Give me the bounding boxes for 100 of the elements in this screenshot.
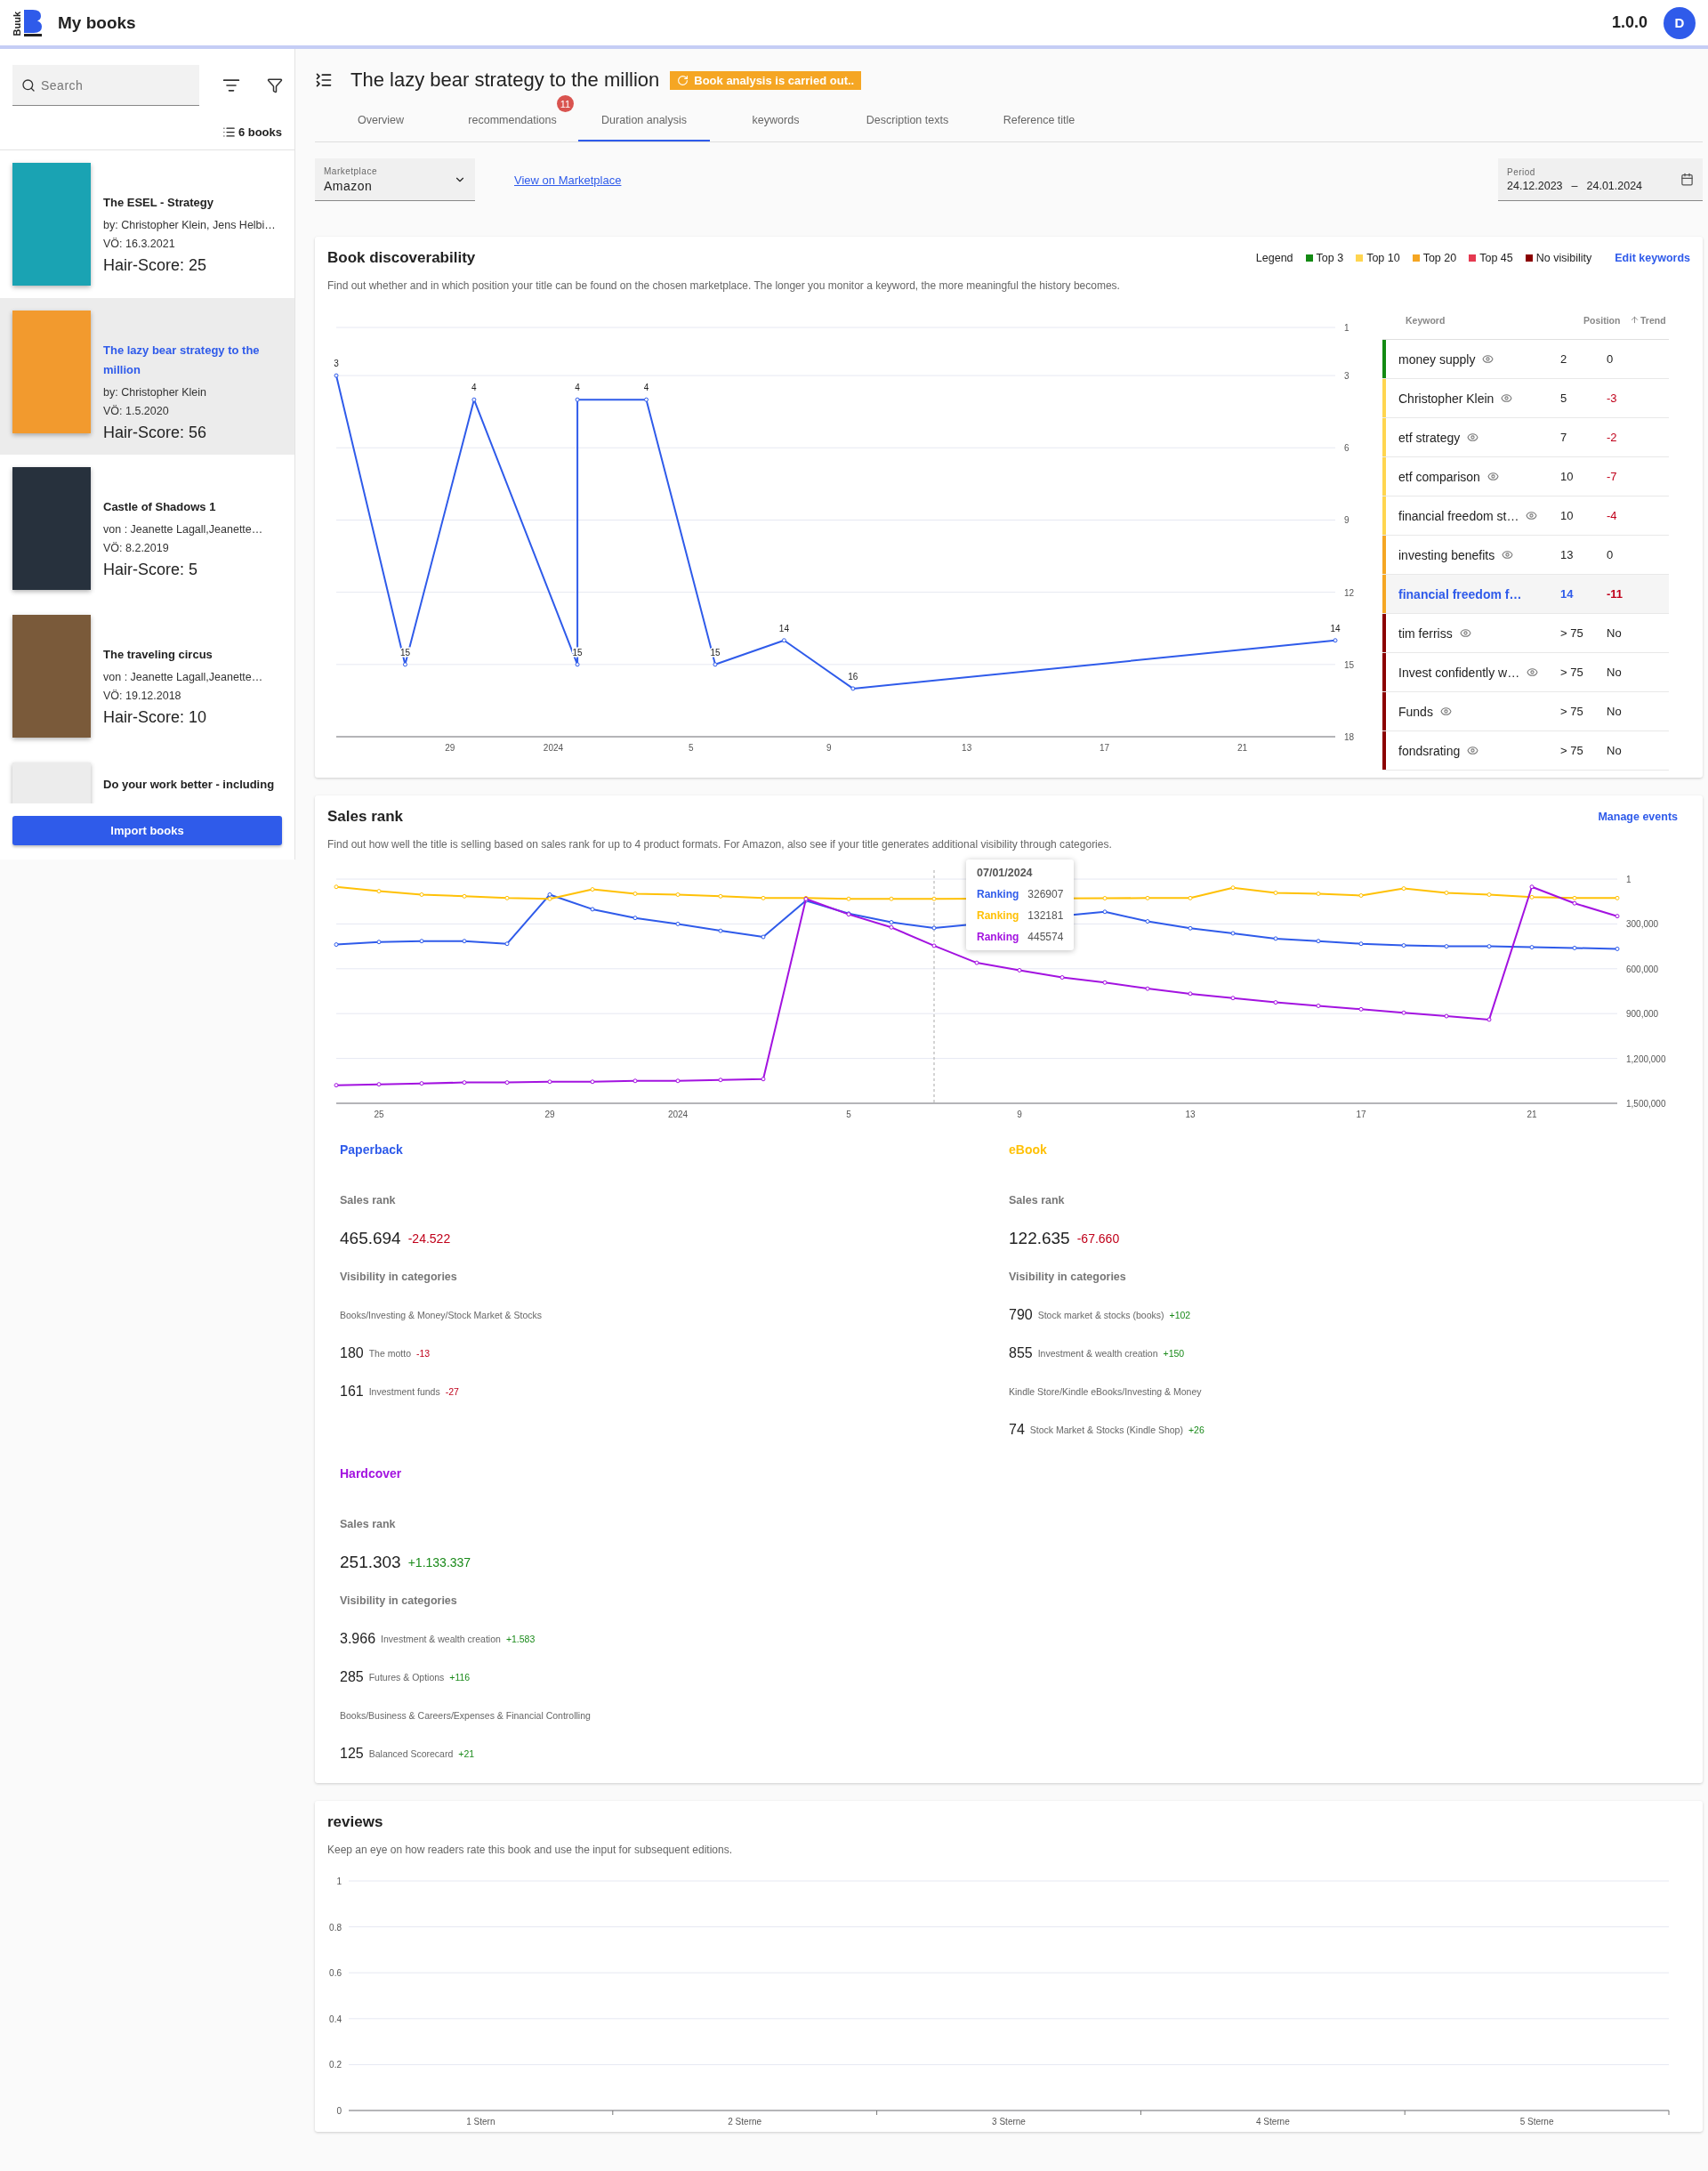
- eye-icon[interactable]: [1439, 706, 1452, 717]
- calendar-icon[interactable]: [1680, 173, 1694, 186]
- rank-change: -27: [445, 1385, 459, 1397]
- axis-label: 0: [336, 2106, 342, 2116]
- eye-icon[interactable]: [1459, 627, 1471, 639]
- keyword-row[interactable]: fondsrating > 75 No: [1382, 731, 1669, 771]
- rank-change: +116: [449, 1671, 471, 1683]
- tab[interactable]: Overview: [315, 101, 447, 141]
- marketplace-link[interactable]: View on Marketplace: [514, 173, 622, 187]
- book-title: Do your work better - including: [103, 777, 275, 793]
- axis-label: 4 Sterne: [1255, 2117, 1290, 2127]
- keyword-text: Invest confidently w…: [1398, 665, 1520, 680]
- user-avatar[interactable]: D: [1664, 6, 1696, 39]
- book-date: VÖ: 8.2.2019: [103, 542, 170, 554]
- refresh-icon: [677, 74, 689, 86]
- keyword-row[interactable]: investing benefits 13 0: [1382, 536, 1669, 575]
- position-value: > 75: [1560, 626, 1584, 640]
- eye-icon[interactable]: [1482, 353, 1494, 365]
- data-label: 3: [334, 359, 339, 369]
- category-rank: 161: [340, 1383, 364, 1400]
- format-title: Paperback: [340, 1142, 404, 1158]
- category-rank: 180: [340, 1344, 364, 1361]
- import-button[interactable]: Import books: [12, 816, 282, 845]
- card-title: Sales rank: [327, 808, 405, 826]
- keyword-row[interactable]: etf comparison 10 -7: [1382, 457, 1669, 496]
- category-path: Books/Business & Careers/Expenses & Financial Controlling: [340, 1709, 591, 1721]
- book-list-item[interactable]: The lazy bear strategy to the million by: Christopher Klein VÖ: 1.5.2020 Hair-Score: 56: [0, 298, 294, 455]
- format-title: Hardcover: [340, 1466, 403, 1482]
- logo-icon: [24, 9, 42, 36]
- edit-keywords-link[interactable]: Edit keywords: [1615, 252, 1690, 264]
- card-title: Book discoverability: [327, 249, 477, 267]
- position-value: > 75: [1560, 705, 1584, 718]
- tab[interactable]: keywords: [710, 101, 842, 141]
- eye-icon[interactable]: [1502, 549, 1514, 561]
- book-title: The ESEL - Strategy: [103, 195, 214, 211]
- field-label: Visibility in categories: [340, 1593, 458, 1609]
- axis-label: 9: [1017, 1110, 1022, 1119]
- tab[interactable]: Reference title: [973, 101, 1105, 141]
- book-title: The traveling circus: [103, 647, 214, 663]
- tab[interactable]: Duration analysis: [578, 101, 710, 141]
- axis-label: 17: [1356, 1110, 1366, 1119]
- axis-label: 5: [846, 1110, 851, 1119]
- count-badge: 11: [557, 95, 574, 112]
- data-label: 14: [778, 623, 789, 634]
- search-field[interactable]: Search: [12, 65, 199, 106]
- tab[interactable]: Description texts: [842, 101, 973, 141]
- book-title: The lazy bear strategy to the million: [103, 343, 261, 378]
- axis-label: 1,200,000: [1626, 1053, 1666, 1064]
- keyword-row[interactable]: Christopher Klein 5 -3: [1382, 379, 1669, 418]
- rank-change: +1.583: [505, 1633, 536, 1644]
- data-label: 4: [643, 383, 649, 393]
- column-header: Trend: [1630, 314, 1683, 326]
- sort-arrow-icon: [1630, 315, 1640, 325]
- category-path: Kindle Store/Kindle eBooks/Investing & Money: [1009, 1385, 1202, 1397]
- keyword-text: fondsrating: [1398, 743, 1461, 758]
- keyword-text: money supply: [1398, 351, 1476, 367]
- keyword-row[interactable]: Invest confidently w… > 75 No: [1382, 653, 1669, 692]
- keyword-row[interactable]: Funds > 75 No: [1382, 692, 1669, 731]
- field-label: Sales rank: [1009, 1192, 1066, 1208]
- axis-label: 0.8: [329, 1922, 342, 1933]
- collapse-icon[interactable]: [315, 71, 333, 89]
- axis-label: 17: [1100, 743, 1110, 753]
- keyword-row[interactable]: financial freedom f… 14 -11: [1382, 575, 1669, 614]
- axis-label: 1: [336, 1876, 342, 1886]
- field-label: Visibility in categories: [340, 1269, 458, 1285]
- category-rank: 855: [1009, 1344, 1033, 1361]
- legend-label: Top 20: [1422, 252, 1457, 264]
- category-name: Balanced Scorecard: [368, 1747, 454, 1759]
- axis-label: 3: [1344, 371, 1349, 382]
- data-label: 4: [471, 383, 477, 393]
- axis-label: 9: [826, 743, 832, 753]
- eye-icon[interactable]: [1486, 471, 1499, 482]
- field-label: Sales rank: [340, 1516, 397, 1532]
- sort-icon: [222, 77, 240, 94]
- rank-change: +21: [458, 1747, 475, 1759]
- trend-value: No: [1607, 666, 1623, 679]
- category-name: Stock Market & Stocks (Kindle Shop): [1029, 1424, 1183, 1435]
- axis-label: 29: [445, 743, 455, 753]
- book-score: Hair-Score: 5: [103, 561, 199, 579]
- marketplace-select[interactable]: Marketplace Amazon: [315, 158, 475, 201]
- keyword-text: financial freedom f…: [1398, 586, 1522, 601]
- book-heading: The lazy bear strategy to the million: [350, 69, 660, 92]
- eye-icon[interactable]: [1527, 666, 1539, 678]
- eye-icon[interactable]: [1526, 510, 1538, 521]
- trend-value: 0: [1607, 352, 1615, 366]
- eye-icon[interactable]: [1501, 392, 1513, 404]
- eye-icon[interactable]: [1467, 432, 1479, 443]
- axis-label: 2024: [543, 743, 564, 753]
- axis-label: 21: [1527, 1110, 1537, 1119]
- keyword-row[interactable]: tim ferriss > 75 No: [1382, 614, 1669, 653]
- sales-rank-value: 251.303: [340, 1552, 401, 1572]
- position-value: 14: [1560, 587, 1575, 601]
- period-field[interactable]: Period 24.12.2023 – 24.01.2024: [1498, 158, 1703, 201]
- keyword-row[interactable]: etf strategy 7 -2: [1382, 418, 1669, 457]
- manage-events-link[interactable]: Manage events: [1598, 811, 1678, 823]
- keyword-row[interactable]: financial freedom st… 10 -4: [1382, 496, 1669, 536]
- trend-value: -4: [1607, 509, 1618, 522]
- keyword-row[interactable]: money supply 2 0: [1382, 340, 1669, 379]
- eye-icon[interactable]: [1467, 745, 1479, 756]
- tooltip-value: 445574: [1027, 931, 1064, 943]
